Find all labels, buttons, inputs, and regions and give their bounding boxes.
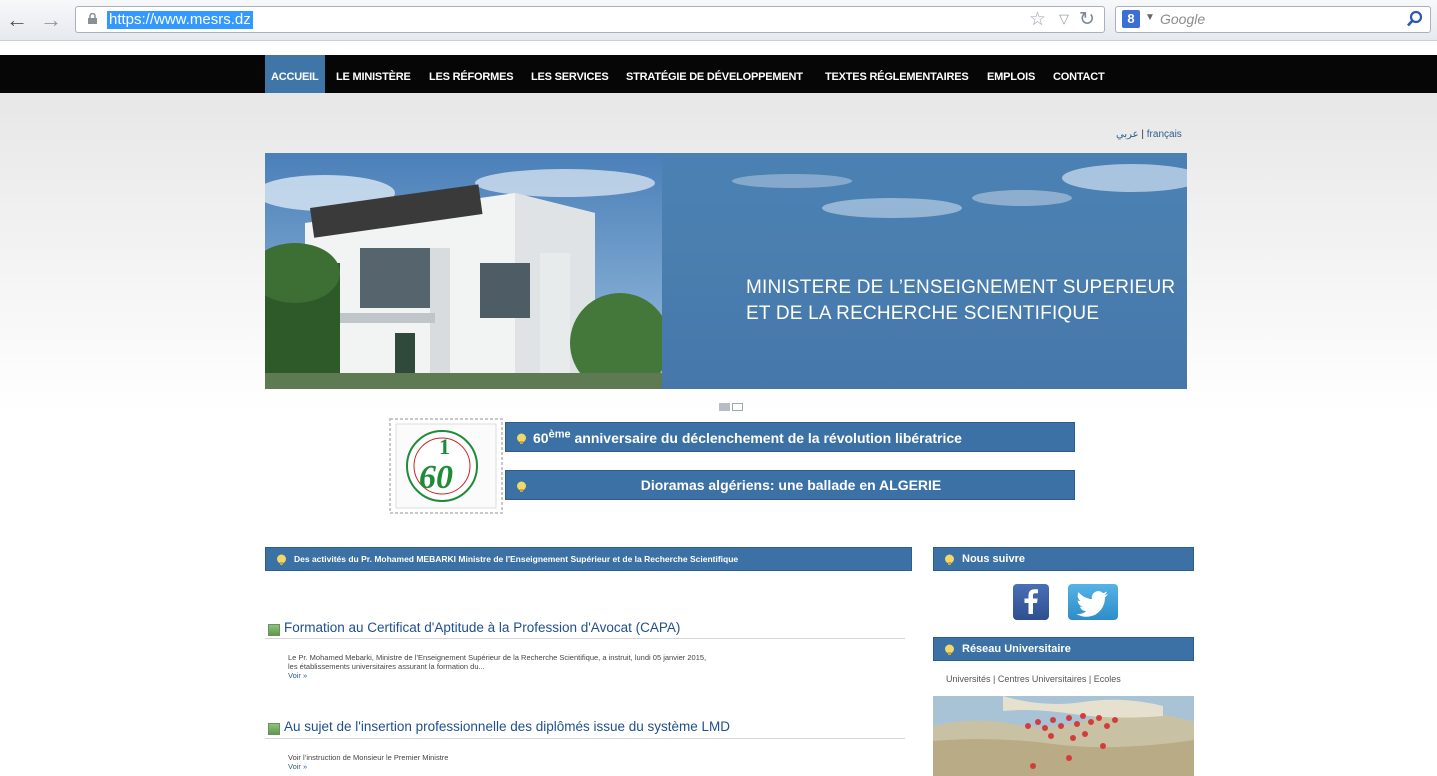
anniversary-stamp-logo[interactable]: 1 60: [389, 418, 503, 514]
browser-toolbar: ← → https://www.mesrs.dz ☆ ▽ ↻ 8 ▼ Googl…: [0, 0, 1437, 41]
promo-anniversary-link[interactable]: 60ème anniversaire du déclenchement de l…: [505, 422, 1075, 452]
url-text[interactable]: https://www.mesrs.dz: [107, 11, 253, 29]
nav-item-reformes[interactable]: LES RÉFORMES: [429, 55, 514, 93]
article-divider: [265, 738, 905, 739]
banner-sky-panel: [662, 153, 1187, 389]
google-plus-icon[interactable]: 8: [1122, 10, 1140, 28]
article-more-link[interactable]: Voir »: [288, 762, 908, 771]
article-more-link[interactable]: Voir »: [288, 671, 908, 680]
nav-item-emplois[interactable]: EMPLOIS: [987, 55, 1035, 93]
nav-item-services[interactable]: LES SERVICES: [531, 55, 609, 93]
section-header-network: Réseau Universitaire: [933, 637, 1194, 661]
section-header-activities[interactable]: Des activités du Pr. Mohamed MEBARKI Min…: [265, 547, 912, 571]
cloud-decoration: [732, 164, 1187, 218]
slider-dot-2[interactable]: [732, 403, 743, 411]
nav-item-accueil[interactable]: ACCUEIL: [265, 55, 325, 93]
promo-dioramas-text: Dioramas algériens: une ballade en ALGER…: [640, 477, 942, 493]
slider-dot-1[interactable]: [719, 403, 730, 411]
section-network-title: Réseau Universitaire: [962, 643, 1071, 655]
twitter-icon[interactable]: [1068, 584, 1118, 620]
bulb-icon: [945, 644, 954, 655]
facebook-icon[interactable]: [1013, 584, 1049, 620]
article-body-lmd: Voir l’instruction de Monsieur le Premie…: [288, 753, 908, 771]
bulb-icon: [277, 554, 286, 565]
promo-dioramas-link[interactable]: Dioramas algériens: une ballade en ALGER…: [505, 470, 1075, 500]
bookmark-star-icon[interactable]: ☆: [1029, 8, 1046, 31]
article-body-lmd-line1: Voir l’instruction de Monsieur le Premie…: [288, 753, 449, 762]
ministry-building-photo: [265, 153, 662, 389]
stamp-one: 1: [439, 434, 450, 459]
article-body-capa-line1: Le Pr. Mohamed Mebarki, Ministre de l’En…: [288, 653, 707, 662]
banner-title-line1: MINISTERE DE L’ENSEIGNEMENT SUPERIEUR: [746, 277, 1176, 298]
section-activities-title: Des activités du Pr. Mohamed MEBARKI Min…: [294, 554, 739, 564]
search-bar[interactable]: 8 ▼ Google: [1115, 6, 1431, 33]
slider-pagination: [719, 398, 745, 416]
reload-icon[interactable]: ↻: [1079, 8, 1095, 31]
language-switch: عربي | français: [1116, 129, 1182, 140]
lang-separator: |: [1141, 129, 1144, 140]
promo-anniversary-text: 60ème anniversaire du déclenchement de l…: [533, 423, 962, 453]
promo-anniversary-number: 60: [533, 430, 549, 446]
back-arrow-icon[interactable]: ←: [6, 9, 28, 31]
nav-item-ministere[interactable]: LE MINISTÈRE: [336, 55, 411, 93]
engine-dropdown-icon[interactable]: ▼: [1145, 12, 1155, 23]
hero-banner[interactable]: MINISTERE DE L’ENSEIGNEMENT SUPERIEUR ET…: [265, 153, 1187, 389]
article-body-capa-line2: les établissements universitaires assura…: [288, 662, 485, 671]
search-input[interactable]: Google: [1160, 11, 1205, 27]
section-header-follow: Nous suivre: [933, 547, 1194, 571]
section-follow-title: Nous suivre: [962, 553, 1025, 565]
nav-item-strategie[interactable]: STRATÉGIE DE DÉVELOPPEMENT: [626, 55, 803, 93]
nav-item-textes[interactable]: TEXTES RÉGLEMENTAIRES: [825, 55, 969, 93]
university-network-map[interactable]: [933, 696, 1194, 776]
banner-title: MINISTERE DE L’ENSEIGNEMENT SUPERIEUR ET…: [746, 275, 1175, 327]
history-dropdown-icon[interactable]: ▽: [1059, 11, 1069, 27]
promo-anniversary-sup: ème: [548, 428, 571, 441]
article-title-lmd[interactable]: Au sujet de l'insertion professionnelle …: [284, 719, 730, 734]
forward-arrow-icon[interactable]: →: [40, 9, 62, 31]
lang-arabic-link[interactable]: عربي: [1116, 129, 1139, 140]
address-bar[interactable]: https://www.mesrs.dz ☆ ▽ ↻: [75, 6, 1105, 33]
article-divider: [265, 638, 905, 639]
article-icon: [268, 624, 280, 636]
university-links[interactable]: Universités | Centres Universitaires | E…: [946, 674, 1121, 684]
promo-anniversary-rest: anniversaire du déclenchement de la révo…: [570, 430, 962, 446]
article-body-capa: Le Pr. Mohamed Mebarki, Ministre de l’En…: [288, 653, 908, 680]
stamp-sixty: 60: [419, 459, 453, 496]
lock-icon: [88, 13, 97, 24]
nav-item-contact[interactable]: CONTACT: [1053, 55, 1105, 93]
search-icon[interactable]: [1406, 10, 1424, 28]
article-icon: [268, 723, 280, 735]
article-title-capa[interactable]: Formation au Certificat d'Aptitude à la …: [284, 620, 680, 635]
lang-french-link[interactable]: français: [1147, 129, 1182, 140]
main-nav: ACCUEIL LE MINISTÈRE LES RÉFORMES LES SE…: [0, 55, 1437, 93]
banner-title-line2: ET DE LA RECHERCHE SCIENTIFIQUE: [746, 303, 1100, 324]
bulb-icon: [517, 433, 526, 444]
bulb-icon: [945, 554, 954, 565]
